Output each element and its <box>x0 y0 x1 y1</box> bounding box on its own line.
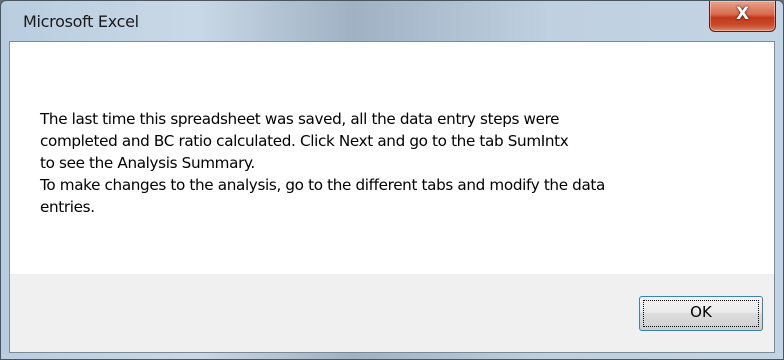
close-button[interactable]: X <box>709 1 776 32</box>
message-line: The last time this spreadsheet was saved… <box>40 110 560 128</box>
dialog-body: The last time this spreadsheet was saved… <box>9 41 775 353</box>
message-line: to see the Analysis Summary. <box>40 154 255 172</box>
message-line: entries. <box>40 198 95 216</box>
window-title: Microsoft Excel <box>23 12 139 31</box>
message-dialog: Microsoft Excel X The last time this spr… <box>0 0 784 360</box>
close-icon: X <box>735 4 750 24</box>
message-line: To make changes to the analysis, go to t… <box>40 176 605 194</box>
message-area: The last time this spreadsheet was saved… <box>10 42 774 274</box>
ok-button[interactable]: OK <box>639 296 763 331</box>
message-line: completed and BC ratio calculated. Click… <box>40 132 569 150</box>
title-bar[interactable]: Microsoft Excel X <box>1 1 783 41</box>
ok-button-label: OK <box>690 303 712 321</box>
